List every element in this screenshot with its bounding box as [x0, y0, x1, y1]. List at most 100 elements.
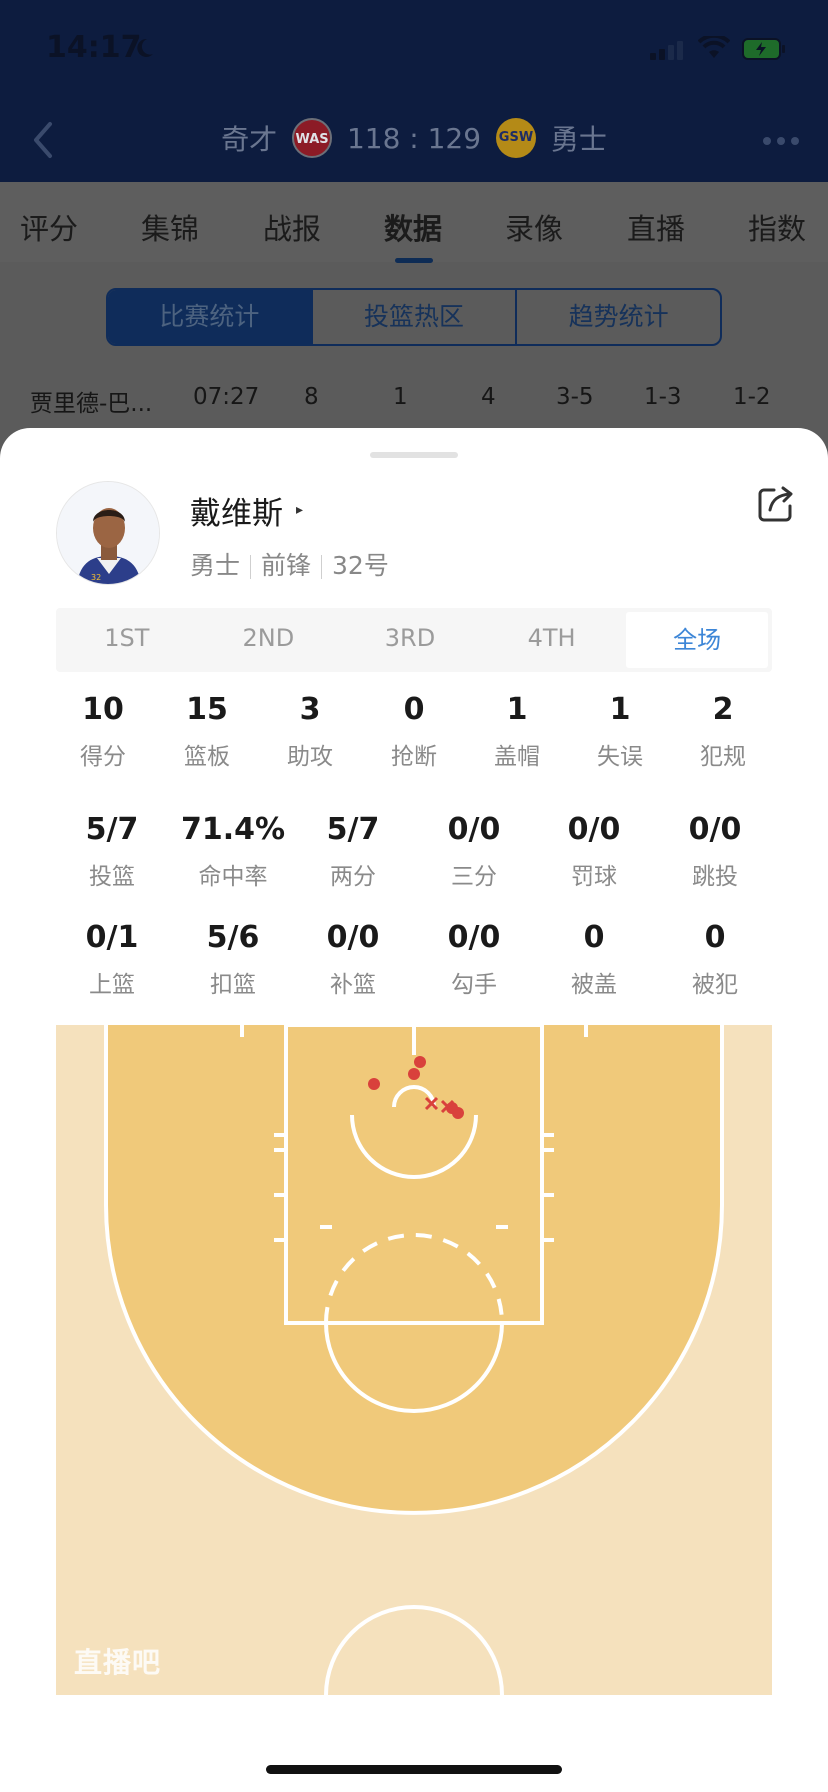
- svg-text:32: 32: [91, 573, 101, 582]
- stat-value: 5/6: [206, 920, 260, 955]
- stat-label: 盖帽: [494, 744, 540, 770]
- stat-item: 0 被犯: [692, 920, 738, 999]
- player-number: 32号: [332, 551, 389, 580]
- player-sheet: 32 戴维斯 ▸ 勇士 前锋 32号 1ST 2ND 3RD 4TH 全场 10 得分…: [0, 428, 828, 1792]
- quarter-1st[interactable]: 1ST: [56, 608, 198, 672]
- tab-report[interactable]: 战报: [263, 206, 321, 248]
- stat-value: 71.4%: [180, 812, 286, 847]
- segment-trend-stats[interactable]: 趋势统计: [517, 290, 720, 344]
- tab-video[interactable]: 录像: [505, 206, 563, 248]
- stat-item: 0/0 跳投: [689, 812, 742, 891]
- background-page: 14:17 奇才 WAS 118 : 129 GSW 勇士 评分 集锦 战报 数…: [0, 0, 828, 440]
- stat-value: 0/1: [85, 920, 139, 955]
- away-team-logo: WAS: [292, 118, 333, 158]
- stat-label: 三分: [451, 864, 497, 890]
- quarter-4th[interactable]: 4TH: [481, 608, 623, 672]
- stat-label: 跳投: [692, 864, 738, 890]
- stat-label: 篮板: [184, 744, 230, 770]
- stat-item: 0/0 补篮: [327, 920, 380, 999]
- row-player-name: 贾里德-巴...: [30, 391, 153, 417]
- stat-item: 15 篮板: [184, 692, 230, 771]
- tab-rating[interactable]: 评分: [20, 206, 78, 248]
- stat-value: 0/0: [688, 812, 742, 847]
- stat-value: 0/0: [567, 812, 621, 847]
- stat-label: 罚球: [571, 864, 617, 890]
- tab-data[interactable]: 数据: [384, 206, 442, 248]
- top-bar: 14:17 奇才 WAS 118 : 129 GSW 勇士: [0, 0, 828, 182]
- quarter-full-game[interactable]: 全场: [626, 612, 768, 668]
- stat-value: 0: [704, 920, 726, 955]
- stat-label: 投篮: [89, 864, 135, 890]
- row-rebounds: 1: [393, 384, 408, 410]
- stat-label: 失误: [597, 744, 643, 770]
- stat-item: 0/0 三分: [448, 812, 501, 891]
- stat-label: 被盖: [571, 972, 617, 998]
- quarter-3rd[interactable]: 3RD: [339, 608, 481, 672]
- wifi-icon: [698, 36, 730, 58]
- stat-value: 0/0: [326, 920, 380, 955]
- signal-icon: [650, 41, 683, 60]
- tab-underline: [395, 258, 433, 263]
- quarter-2nd[interactable]: 2ND: [198, 608, 340, 672]
- row-3pt: 1-3: [644, 384, 682, 410]
- drag-handle[interactable]: [370, 452, 458, 458]
- stat-item: 0/0 罚球: [568, 812, 621, 891]
- tab-live[interactable]: 直播: [627, 206, 685, 248]
- stat-value: 2: [712, 692, 734, 727]
- stat-item: 5/7 两分: [327, 812, 380, 891]
- made-shot-marker: [414, 1056, 426, 1068]
- share-icon[interactable]: [756, 484, 796, 524]
- made-shot-marker: [408, 1068, 420, 1080]
- shot-chart-court: [56, 1025, 772, 1695]
- stat-label: 上篮: [89, 972, 135, 998]
- away-team-name: 奇才: [221, 123, 278, 156]
- stat-item: 5/7 投篮: [86, 812, 139, 891]
- home-team-logo: GSW: [495, 118, 536, 158]
- stat-value: 1: [506, 692, 528, 727]
- stat-value: 5/7: [85, 812, 139, 847]
- stat-value: 15: [186, 692, 228, 727]
- score: 118 : 129: [346, 121, 482, 155]
- stat-item: 0 被盖: [571, 920, 617, 999]
- home-indicator[interactable]: [266, 1765, 562, 1774]
- status-time: 14:17: [46, 30, 142, 65]
- stat-item: 3 助攻: [287, 692, 333, 771]
- home-team-name: 勇士: [550, 123, 607, 156]
- stat-label: 被犯: [692, 972, 738, 998]
- segment-game-stats[interactable]: 比赛统计: [108, 290, 313, 344]
- stat-value: 0/0: [447, 920, 501, 955]
- stat-item: 0 抢断: [391, 692, 437, 771]
- stat-item: 1 盖帽: [494, 692, 540, 771]
- stats-row-basic: 10 得分 15 篮板 3 助攻 0 抢断 1 盖帽 1 失误 2 犯规: [0, 692, 828, 782]
- stat-label: 两分: [330, 864, 376, 890]
- stat-item: 2 犯规: [700, 692, 746, 771]
- stat-value: 0: [583, 920, 605, 955]
- stat-label: 勾手: [451, 972, 497, 998]
- tab-odds[interactable]: 指数: [748, 206, 806, 248]
- stat-label: 抢断: [391, 744, 437, 770]
- row-ft: 1-2: [733, 384, 771, 410]
- stat-item: 0/1 上篮: [86, 920, 139, 999]
- stat-item: 71.4% 命中率: [181, 812, 285, 891]
- tab-highlights[interactable]: 集锦: [141, 206, 199, 248]
- player-position: 前锋: [261, 551, 312, 580]
- more-icon[interactable]: [762, 136, 800, 146]
- stat-label: 扣篮: [210, 972, 256, 998]
- quarter-selector: 1ST 2ND 3RD 4TH 全场: [56, 608, 772, 672]
- segment-shot-zones[interactable]: 投篮热区: [313, 290, 518, 344]
- stat-item: 10 得分: [80, 692, 126, 771]
- row-fg: 3-5: [556, 384, 594, 410]
- stats-row-shot-types: 0/1 上篮 5/6 扣篮 0/0 补篮 0/0 勾手 0 被盖 0 被犯: [0, 920, 828, 1010]
- player-name-arrow-icon[interactable]: ▸: [296, 502, 303, 518]
- segment-control: 比赛统计 投篮热区 趋势统计: [106, 288, 722, 346]
- divider: [250, 555, 252, 579]
- player-name[interactable]: 戴维斯: [190, 488, 283, 533]
- row-assists: 4: [481, 384, 496, 410]
- stat-value: 5/7: [326, 812, 380, 847]
- row-minutes: 07:27: [193, 384, 260, 410]
- player-meta: 勇士 前锋 32号: [190, 546, 389, 582]
- stat-label: 补篮: [330, 972, 376, 998]
- score-header: 奇才 WAS 118 : 129 GSW 勇士: [0, 118, 828, 158]
- stat-label: 命中率: [198, 864, 268, 890]
- stat-label: 犯规: [700, 744, 746, 770]
